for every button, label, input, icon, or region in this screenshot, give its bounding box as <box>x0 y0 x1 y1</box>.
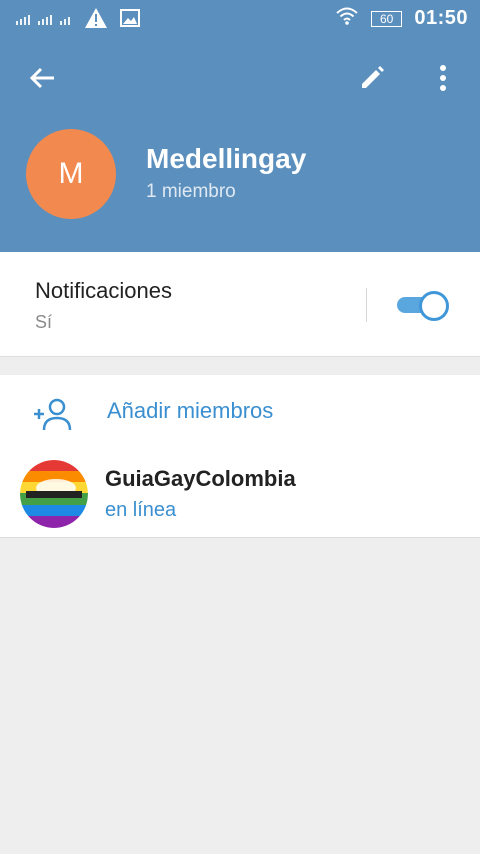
group-header: 60 01:50 M Medellingay 1 miembro <box>0 0 480 252</box>
member-name[interactable]: GuiaGayColombia <box>105 466 296 492</box>
group-name: Medellingay <box>146 143 307 174</box>
edit-button[interactable] <box>350 56 394 100</box>
notifications-toggle[interactable] <box>397 291 449 321</box>
signal-icon <box>16 10 72 31</box>
more-vertical-icon <box>440 65 446 91</box>
divider <box>366 288 367 322</box>
toggle-knob <box>419 291 449 321</box>
warning-icon <box>84 7 108 34</box>
add-members-button[interactable]: Añadir miembros <box>107 398 273 424</box>
avatar-letter: M <box>58 157 84 190</box>
status-bar: 60 01:50 <box>0 0 480 36</box>
pencil-icon <box>362 66 384 88</box>
image-icon <box>120 9 140 32</box>
clock: 01:50 <box>414 7 468 29</box>
arrow-left-icon <box>29 67 54 89</box>
notifications-value: Sí <box>35 312 53 332</box>
add-member-icon[interactable] <box>32 398 72 432</box>
member-avatar[interactable] <box>20 460 88 528</box>
more-options-button[interactable] <box>421 56 465 100</box>
group-avatar[interactable]: M <box>26 129 116 219</box>
back-button[interactable] <box>20 56 64 100</box>
members-count: 1 miembro <box>146 181 236 202</box>
wifi-icon <box>335 6 359 31</box>
member-status: en línea <box>105 499 177 521</box>
notifications-label: Notificaciones <box>35 278 172 303</box>
battery-indicator: 60 <box>370 10 403 27</box>
